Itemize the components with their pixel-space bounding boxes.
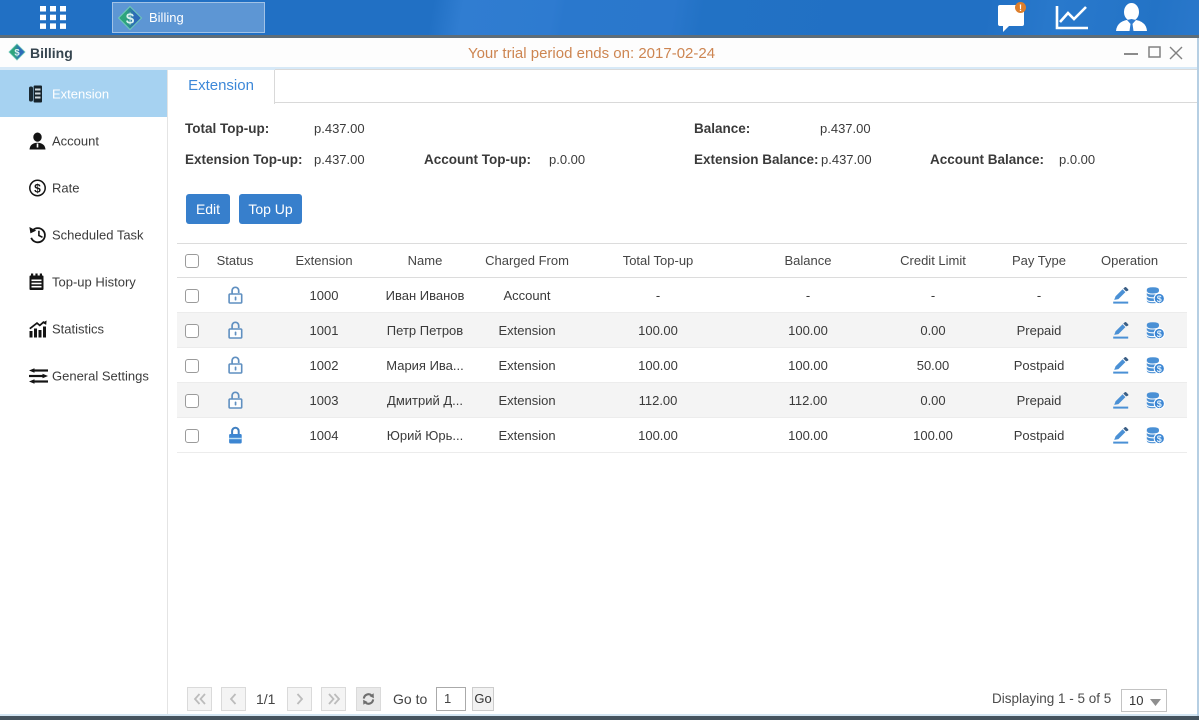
svg-text:$: $ [1157,328,1162,338]
svg-text:$: $ [1157,363,1162,373]
svg-text:!: ! [1019,3,1022,13]
svg-text:$: $ [1157,293,1162,303]
svg-text:$: $ [1157,398,1162,408]
svg-text:$: $ [34,181,41,195]
svg-text:$: $ [126,10,135,27]
svg-text:$: $ [1157,433,1162,443]
